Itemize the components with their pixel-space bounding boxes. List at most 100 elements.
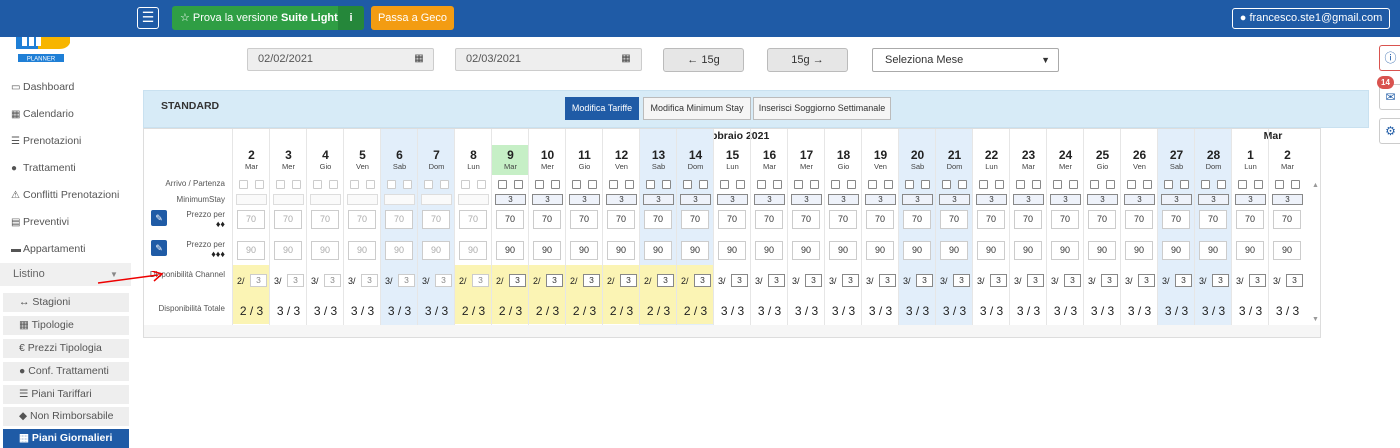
arrivo-partenza-checkbox[interactable] [403, 180, 412, 189]
price-field[interactable]: 90 [533, 241, 561, 260]
price-field[interactable]: 90 [866, 241, 894, 260]
sidebar-sub-conf-trattamenti[interactable]: ● Conf. Trattamenti [3, 362, 129, 381]
price-field[interactable]: 90 [1236, 241, 1264, 260]
vertical-scrollbar[interactable]: ▲ ▼ [1310, 179, 1320, 324]
dispo-channel-input[interactable]: 3 [620, 274, 637, 287]
suite-light-button[interactable]: ☆ Prova la versione Suite Light i [172, 6, 364, 30]
sidebar-sub-piani-tariffari[interactable]: ☰ Piani Tariffari [3, 385, 129, 404]
dispo-channel-input[interactable]: 3 [694, 274, 711, 287]
sidebar-sub-stagioni[interactable]: ↔ Stagioni [3, 293, 129, 312]
minimum-stay-field[interactable]: 3 [754, 194, 785, 205]
price-field[interactable]: 90 [607, 241, 635, 260]
arrivo-partenza-checkbox[interactable] [1201, 180, 1210, 189]
minimum-stay-field[interactable]: 3 [680, 194, 711, 205]
price-field[interactable]: 90 [274, 241, 302, 260]
arrivo-partenza-checkbox[interactable] [921, 180, 930, 189]
arrivo-partenza-checkbox[interactable] [884, 180, 893, 189]
sidebar-item-dashboard[interactable]: ▭ Dashboard [11, 78, 129, 96]
price-field[interactable]: 70 [496, 210, 524, 229]
arrivo-partenza-checkbox[interactable] [868, 180, 877, 189]
info-icon[interactable]: i [338, 6, 364, 30]
price-field[interactable]: 70 [681, 210, 709, 229]
arrivo-partenza-checkbox[interactable] [1053, 180, 1062, 189]
arrivo-partenza-checkbox[interactable] [1238, 180, 1247, 189]
arrivo-partenza-checkbox[interactable] [905, 180, 914, 189]
price-field[interactable]: 90 [829, 241, 857, 260]
dispo-channel-input[interactable]: 3 [546, 274, 563, 287]
arrivo-partenza-checkbox[interactable] [699, 180, 708, 189]
arrivo-partenza-checkbox[interactable] [995, 180, 1004, 189]
info-circle-icon[interactable]: ⓘ [1379, 45, 1400, 71]
dispo-channel-input[interactable]: 3 [361, 274, 378, 287]
price-field[interactable]: 90 [1273, 241, 1301, 260]
dispo-channel-input[interactable]: 3 [1212, 274, 1229, 287]
sidebar-item-calendario[interactable]: ▦ Calendario [11, 105, 129, 123]
dispo-channel-input[interactable]: 3 [879, 274, 896, 287]
arrivo-partenza-checkbox[interactable] [440, 180, 449, 189]
minimum-stay-field[interactable]: 3 [1087, 194, 1118, 205]
price-field[interactable]: 70 [977, 210, 1005, 229]
dispo-channel-input[interactable]: 3 [842, 274, 859, 287]
dispo-channel-input[interactable]: 3 [1027, 274, 1044, 287]
minimum-stay-field[interactable]: 3 [1161, 194, 1192, 205]
date-from-field[interactable]: 02/02/2021 [247, 48, 434, 71]
sidebar-sub-piani-giornalieri[interactable]: ▦ Piani Giornalieri [3, 429, 129, 448]
price-field[interactable]: 70 [1162, 210, 1190, 229]
minimum-stay-field[interactable] [347, 194, 378, 205]
arrivo-partenza-checkbox[interactable] [350, 180, 359, 189]
minimum-stay-field[interactable]: 3 [606, 194, 637, 205]
minimum-stay-field[interactable] [384, 194, 415, 205]
price-field[interactable]: 70 [1051, 210, 1079, 229]
price-field[interactable]: 70 [311, 210, 339, 229]
minimum-stay-field[interactable]: 3 [1124, 194, 1155, 205]
minimum-stay-field[interactable]: 3 [791, 194, 822, 205]
sidebar-sub-non-rimborsabile[interactable]: ◆ Non Rimborsabile [3, 407, 129, 426]
arrivo-partenza-checkbox[interactable] [847, 180, 856, 189]
arrivo-partenza-checkbox[interactable] [313, 180, 322, 189]
calendar-icon[interactable]: ▦ [615, 48, 637, 71]
arrivo-partenza-checkbox[interactable] [1275, 180, 1284, 189]
dispo-channel-input[interactable]: 3 [1175, 274, 1192, 287]
minimum-stay-field[interactable]: 3 [902, 194, 933, 205]
dispo-channel-input[interactable]: 3 [805, 274, 822, 287]
dispo-channel-input[interactable]: 3 [398, 274, 415, 287]
dispo-channel-input[interactable]: 3 [1138, 274, 1155, 287]
arrivo-partenza-checkbox[interactable] [292, 180, 301, 189]
arrivo-partenza-checkbox[interactable] [757, 180, 766, 189]
minimum-stay-field[interactable]: 3 [643, 194, 674, 205]
price-field[interactable]: 90 [1014, 241, 1042, 260]
price-field[interactable]: 70 [1014, 210, 1042, 229]
price-field[interactable]: 90 [496, 241, 524, 260]
arrivo-partenza-checkbox[interactable] [535, 180, 544, 189]
minimum-stay-field[interactable]: 3 [939, 194, 970, 205]
price-field[interactable]: 90 [940, 241, 968, 260]
price-field[interactable]: 90 [385, 241, 413, 260]
arrivo-partenza-checkbox[interactable] [720, 180, 729, 189]
dispo-channel-input[interactable]: 3 [731, 274, 748, 287]
sidebar-item-appartamenti[interactable]: ▬ Appartamenti [11, 240, 129, 258]
price-field[interactable]: 90 [1199, 241, 1227, 260]
arrivo-partenza-checkbox[interactable] [1127, 180, 1136, 189]
minimum-stay-field[interactable] [236, 194, 267, 205]
arrivo-partenza-checkbox[interactable] [646, 180, 655, 189]
arrivo-partenza-checkbox[interactable] [1032, 180, 1041, 189]
modifica-minimum-stay-tab[interactable]: Modifica Minimum Stay [643, 97, 751, 120]
price-field[interactable]: 70 [718, 210, 746, 229]
price-field[interactable]: 90 [348, 241, 376, 260]
user-button[interactable]: ● francesco.ste1@gmail.com [1232, 8, 1390, 29]
sidebar-item-conflitti[interactable]: ⚠ Conflitti Prenotazioni [11, 186, 129, 204]
arrivo-partenza-checkbox[interactable] [942, 180, 951, 189]
price-field[interactable]: 70 [459, 210, 487, 229]
price-field[interactable]: 70 [1088, 210, 1116, 229]
arrivo-partenza-checkbox[interactable] [810, 180, 819, 189]
price-field[interactable]: 70 [274, 210, 302, 229]
dispo-channel-input[interactable]: 3 [583, 274, 600, 287]
price-field[interactable]: 90 [681, 241, 709, 260]
minimum-stay-field[interactable]: 3 [1272, 194, 1303, 205]
price-field[interactable]: 70 [570, 210, 598, 229]
arrivo-partenza-checkbox[interactable] [239, 180, 248, 189]
dispo-channel-input[interactable]: 3 [916, 274, 933, 287]
dispo-channel-input[interactable]: 3 [250, 274, 267, 287]
minimum-stay-field[interactable]: 3 [1050, 194, 1081, 205]
dispo-channel-input[interactable]: 3 [990, 274, 1007, 287]
